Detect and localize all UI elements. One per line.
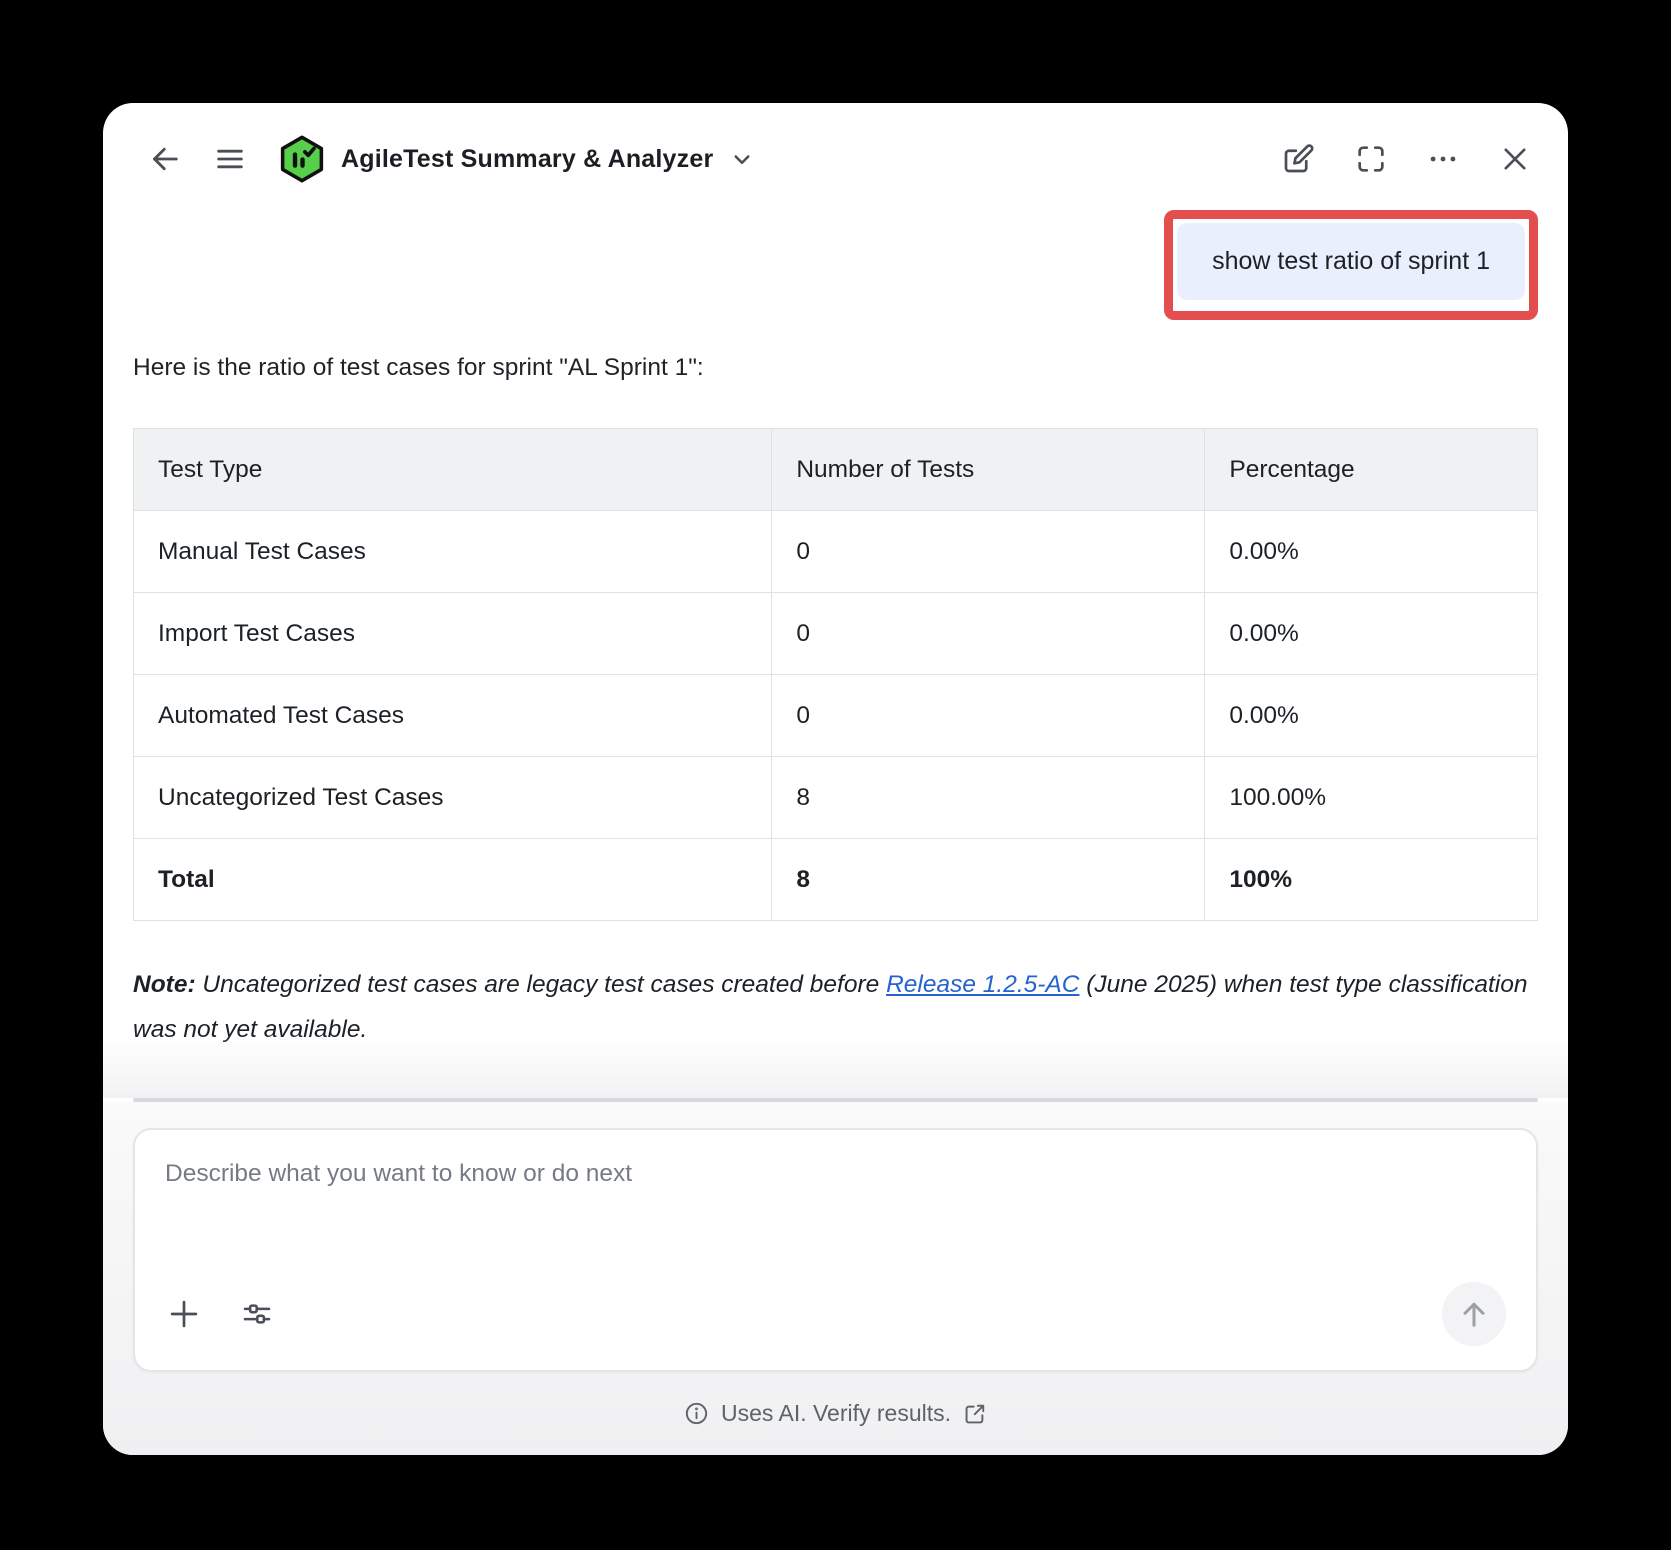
hamburger-menu-icon xyxy=(213,142,247,176)
edit-compose-icon xyxy=(1280,141,1316,177)
cell-total-count: 8 xyxy=(772,839,1205,921)
column-header-percentage: Percentage xyxy=(1205,429,1538,511)
user-message-bubble: show test ratio of sprint 1 xyxy=(1177,223,1525,300)
composer-input[interactable] xyxy=(165,1160,1506,1282)
release-notes-link[interactable]: Release 1.2.5-AC xyxy=(886,971,1079,998)
bottom-panel: Uses AI. Verify results. xyxy=(103,1102,1568,1455)
sliders-icon xyxy=(239,1296,275,1332)
close-icon xyxy=(1498,142,1532,176)
cell-percentage: 0.00% xyxy=(1205,511,1538,593)
close-button[interactable] xyxy=(1498,142,1532,176)
test-ratio-table: Test Type Number of Tests Percentage Man… xyxy=(133,428,1538,921)
plus-icon xyxy=(165,1295,203,1333)
app-title-dropdown[interactable]: AgileTest Summary & Analyzer xyxy=(277,133,757,185)
footer-link[interactable]: Uses AI. Verify results. xyxy=(683,1400,988,1427)
back-button[interactable] xyxy=(147,141,183,177)
composer xyxy=(133,1128,1538,1372)
header: AgileTest Summary & Analyzer xyxy=(103,103,1568,203)
cell-test-type: Import Test Cases xyxy=(134,593,772,675)
agiletest-logo-icon xyxy=(277,133,327,185)
cell-test-type: Automated Test Cases xyxy=(134,675,772,757)
cell-count: 0 xyxy=(772,593,1205,675)
attach-button[interactable] xyxy=(165,1295,203,1333)
chevron-down-icon xyxy=(727,144,757,174)
fullscreen-expand-icon xyxy=(1354,142,1388,176)
more-options-button[interactable] xyxy=(1426,142,1460,176)
cell-count: 8 xyxy=(772,757,1205,839)
chat-messages: show test ratio of sprint 1 Here is the … xyxy=(103,203,1568,1098)
info-icon xyxy=(683,1400,710,1427)
user-message-row: show test ratio of sprint 1 xyxy=(133,210,1538,320)
ellipsis-icon xyxy=(1426,142,1460,176)
table-row: Uncategorized Test Cases 8 100.00% xyxy=(134,757,1538,839)
annotation-highlight-box: show test ratio of sprint 1 xyxy=(1164,210,1538,320)
note-text-1: Uncategorized test cases are legacy test… xyxy=(196,971,886,998)
table-row: Manual Test Cases 0 0.00% xyxy=(134,511,1538,593)
back-arrow-icon xyxy=(147,141,183,177)
cell-count: 0 xyxy=(772,511,1205,593)
send-button[interactable] xyxy=(1442,1282,1506,1346)
footer-text: Uses AI. Verify results. xyxy=(721,1400,951,1427)
assistant-intro-text: Here is the ratio of test cases for spri… xyxy=(133,354,1538,382)
table-row: Automated Test Cases 0 0.00% xyxy=(134,675,1538,757)
menu-button[interactable] xyxy=(213,142,247,176)
note-label: Note: xyxy=(133,971,196,998)
cell-percentage: 0.00% xyxy=(1205,593,1538,675)
cell-total-percentage: 100% xyxy=(1205,839,1538,921)
app-window: AgileTest Summary & Analyzer show test r… xyxy=(103,103,1568,1455)
cell-test-type: Manual Test Cases xyxy=(134,511,772,593)
cell-total-label: Total xyxy=(134,839,772,921)
column-header-test-type: Test Type xyxy=(134,429,772,511)
cell-test-type: Uncategorized Test Cases xyxy=(134,757,772,839)
cell-count: 0 xyxy=(772,675,1205,757)
assistant-note-text: Note: Uncategorized test cases are legac… xyxy=(133,963,1538,1052)
expand-button[interactable] xyxy=(1354,142,1388,176)
settings-button[interactable] xyxy=(239,1296,275,1332)
table-row: Import Test Cases 0 0.00% xyxy=(134,593,1538,675)
cell-percentage: 0.00% xyxy=(1205,675,1538,757)
external-link-icon xyxy=(962,1401,988,1427)
footer-disclaimer: Uses AI. Verify results. xyxy=(133,1372,1538,1455)
new-chat-button[interactable] xyxy=(1280,141,1316,177)
composer-toolbar xyxy=(165,1282,1506,1346)
page-title: AgileTest Summary & Analyzer xyxy=(341,145,713,174)
column-header-number-of-tests: Number of Tests xyxy=(772,429,1205,511)
cell-percentage: 100.00% xyxy=(1205,757,1538,839)
table-total-row: Total 8 100% xyxy=(134,839,1538,921)
table-header-row: Test Type Number of Tests Percentage xyxy=(134,429,1538,511)
send-arrow-icon xyxy=(1456,1296,1492,1332)
